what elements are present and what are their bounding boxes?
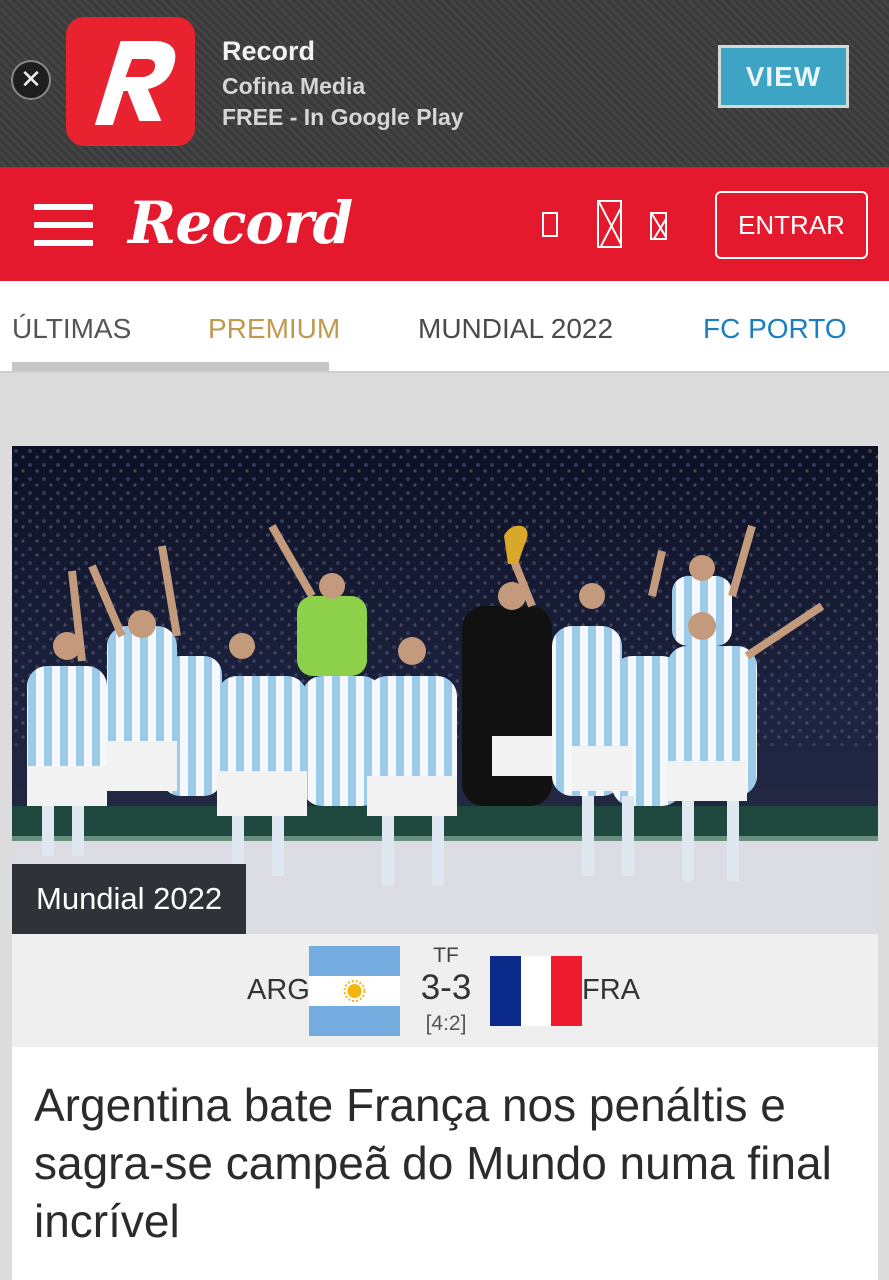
france-flag-icon bbox=[490, 956, 582, 1026]
tab-fc-porto[interactable]: FC PORTO bbox=[703, 313, 847, 345]
article-headline[interactable]: Argentina bate França nos penáltis e sag… bbox=[34, 1076, 854, 1250]
tab-premium[interactable]: PREMIUM bbox=[208, 313, 340, 345]
social-icon-2[interactable] bbox=[597, 200, 622, 248]
tab-ultimas[interactable]: ÚLTIMAS bbox=[12, 313, 131, 345]
social-icon-3[interactable] bbox=[650, 212, 667, 240]
home-team-code: ARG bbox=[247, 974, 310, 1006]
site-logo[interactable]: Record bbox=[128, 189, 353, 257]
view-button[interactable]: VIEW bbox=[718, 45, 849, 108]
social-icon-1[interactable] bbox=[542, 212, 558, 237]
argentina-flag-icon bbox=[309, 946, 400, 1036]
menu-icon[interactable] bbox=[34, 204, 93, 246]
penalty-score: [4:2] bbox=[425, 1012, 467, 1035]
ad-store-line: FREE - In Google Play bbox=[222, 104, 464, 130]
app-logo[interactable] bbox=[66, 17, 195, 146]
app-install-banner[interactable]: ✕ Record Cofina Media FREE - In Google P… bbox=[0, 0, 889, 167]
active-tab-indicator bbox=[12, 362, 329, 371]
category-badge[interactable]: Mundial 2022 bbox=[12, 864, 247, 934]
tab-mundial-2022[interactable]: MUNDIAL 2022 bbox=[418, 313, 613, 345]
match-score: 3-3 bbox=[420, 968, 472, 1007]
login-button[interactable]: ENTRAR bbox=[715, 191, 868, 259]
close-icon[interactable]: ✕ bbox=[11, 60, 51, 100]
article-photo[interactable]: Mundial 2022 bbox=[12, 446, 878, 934]
match-status: TF bbox=[433, 944, 459, 967]
article-card[interactable]: Mundial 2022 ARG TF 3-3 [4:2] FRA Argent… bbox=[12, 446, 878, 1280]
match-scoreboard[interactable]: ARG TF 3-3 [4:2] FRA bbox=[12, 934, 878, 1047]
ad-publisher: Cofina Media bbox=[222, 73, 366, 99]
site-header: Record ENTRAR bbox=[0, 167, 889, 281]
section-tabs: ÚLTIMAS PREMIUM MUNDIAL 2022 FC PORTO bbox=[0, 281, 889, 373]
ad-text-block: Record Cofina Media FREE - In Google Pla… bbox=[222, 36, 464, 133]
away-team-code: FRA bbox=[582, 974, 640, 1006]
ad-app-name: Record bbox=[222, 36, 316, 66]
